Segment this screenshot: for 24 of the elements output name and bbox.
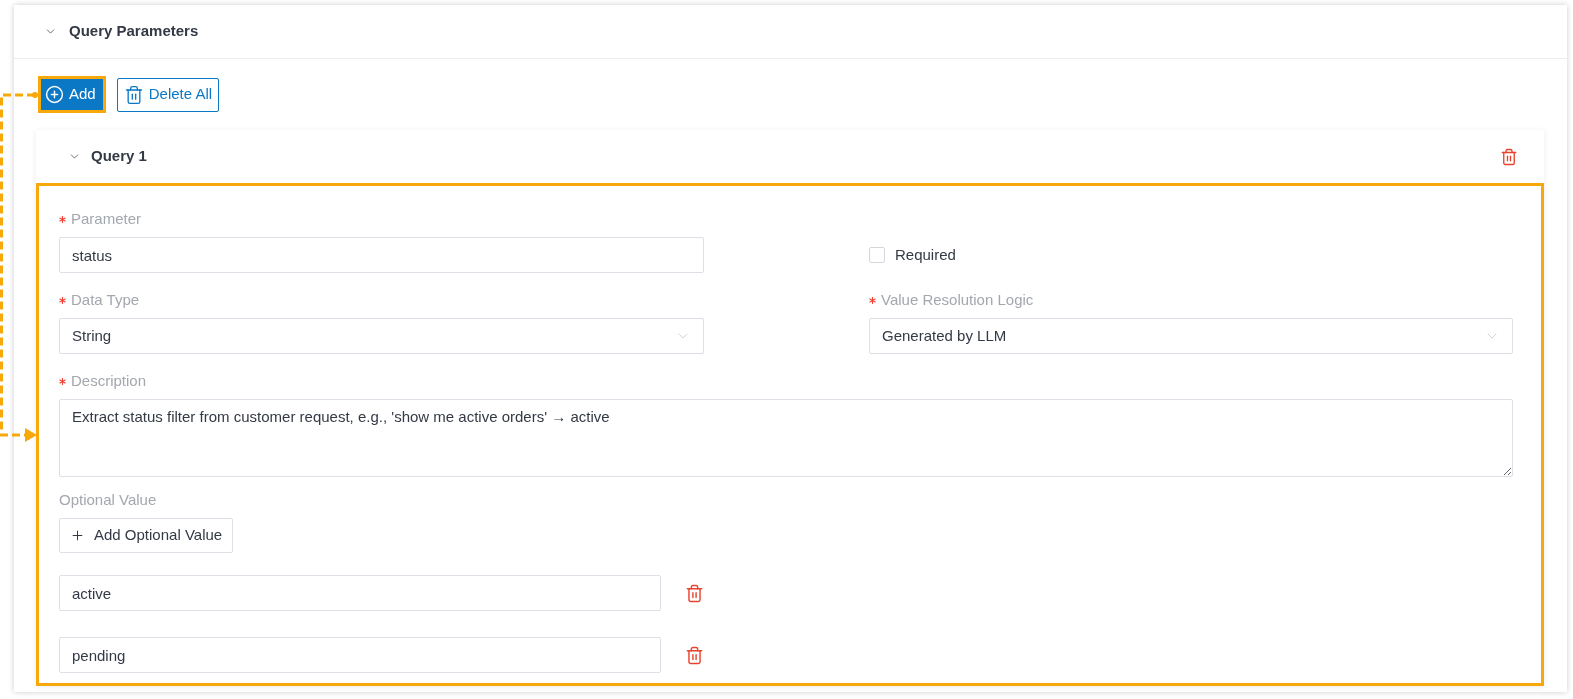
resolution-logic-select[interactable]: Generated by LLM: [869, 318, 1513, 354]
field-label: Data Type: [71, 291, 140, 309]
required-checkbox[interactable]: [869, 247, 885, 263]
checkbox-label: Required: [895, 244, 956, 265]
plus-circle-icon: [45, 85, 64, 104]
optional-value-input[interactable]: pending: [59, 637, 661, 673]
field-label: Value Resolution Logic: [881, 291, 1034, 309]
delete-trash-icon[interactable]: [1500, 147, 1518, 166]
delete-trash-icon[interactable]: [685, 583, 704, 603]
section-title: Query Parameters: [69, 21, 199, 42]
add-optional-value-button[interactable]: Add Optional Value: [59, 518, 234, 553]
trash-icon: [123, 84, 144, 105]
data-type-select[interactable]: String: [59, 318, 704, 354]
field-label: Optional Value: [59, 491, 157, 509]
parameter-input[interactable]: status: [59, 237, 704, 273]
query-title: Query 1: [91, 146, 147, 167]
field-label: Description: [71, 372, 147, 390]
delete-all-button[interactable]: Delete All: [116, 77, 220, 112]
delete-trash-icon[interactable]: [685, 645, 704, 665]
optional-value-input[interactable]: active: [59, 575, 661, 611]
add-button[interactable]: Add: [38, 76, 106, 113]
plus-icon: [70, 528, 85, 543]
description-field[interactable]: Extract status filter from customer request, e.g., 'show me active orders' → active: [59, 399, 1513, 477]
field-label: Parameter: [71, 210, 142, 228]
